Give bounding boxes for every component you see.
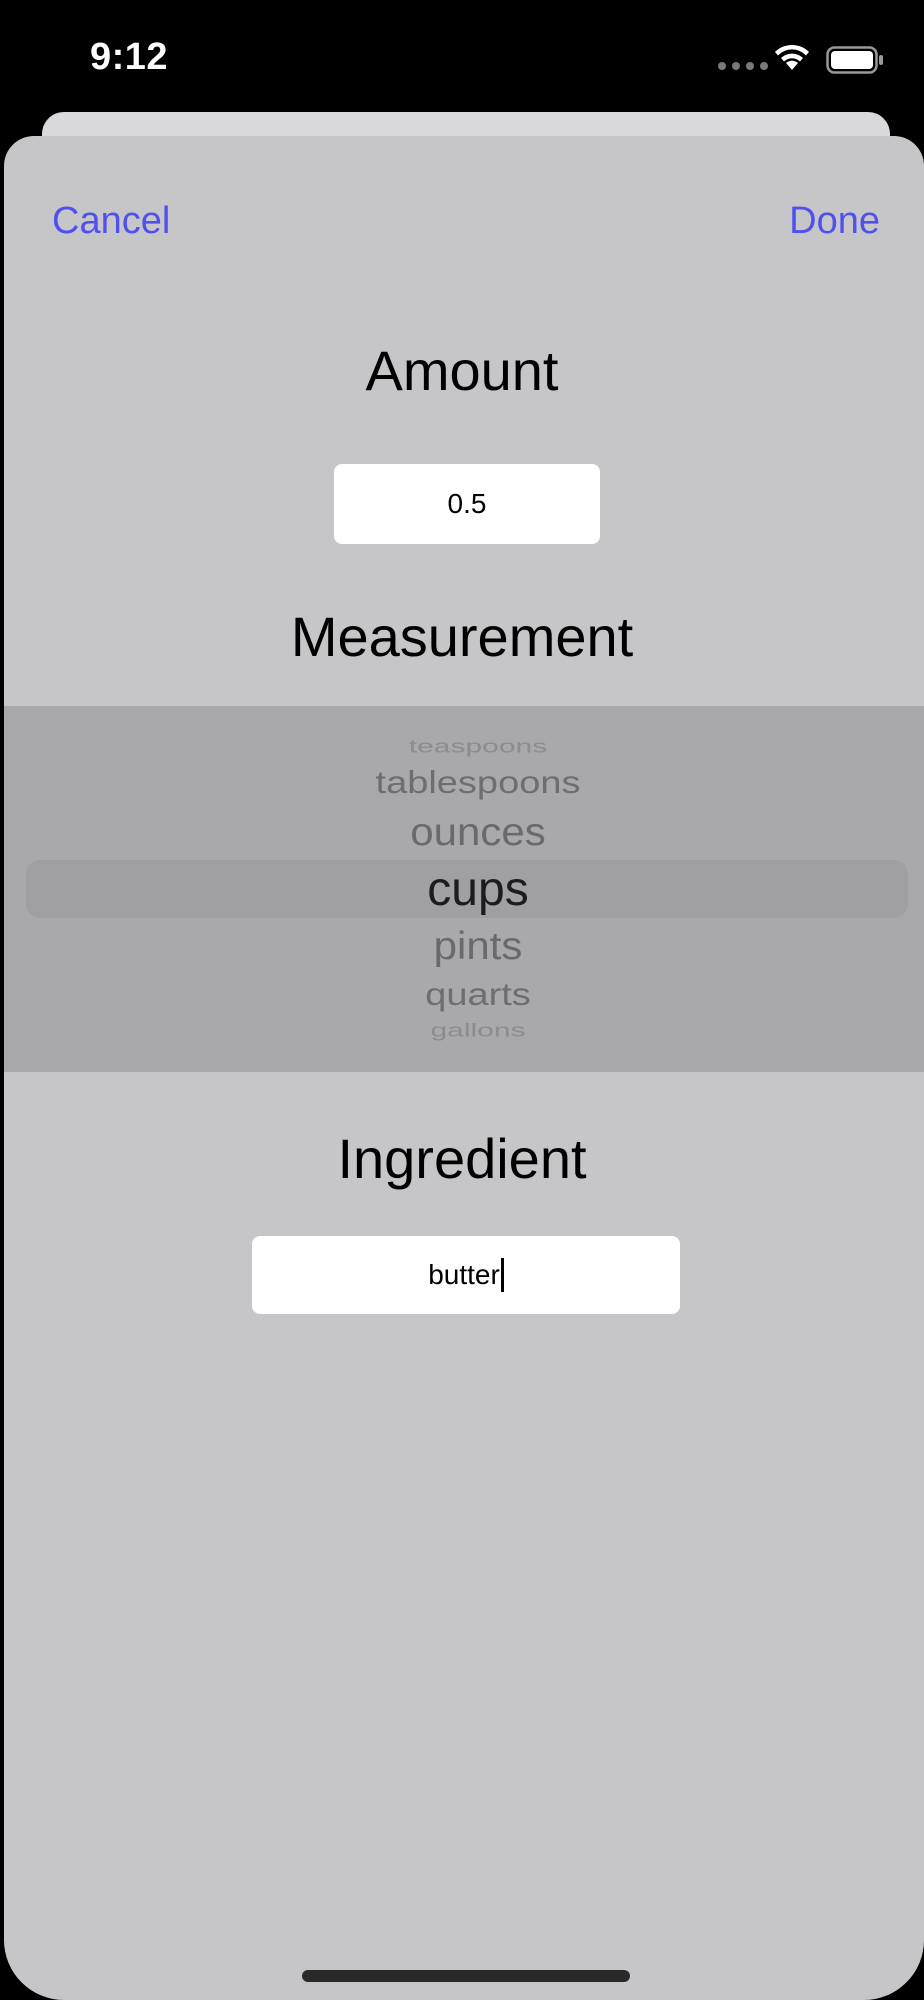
- status-bar: 9:12: [0, 0, 924, 120]
- measurement-picker[interactable]: teaspoons tablespoons ounces cups pints …: [4, 706, 924, 1072]
- picker-item-pints[interactable]: pints: [4, 924, 924, 968]
- status-time: 9:12: [90, 36, 169, 78]
- picker-item-tablespoons[interactable]: tablespoons: [4, 766, 924, 801]
- picker-item-ounces[interactable]: ounces: [4, 810, 924, 854]
- amount-value: 0.5: [447, 488, 487, 519]
- ingredient-value: butter: [428, 1259, 500, 1290]
- wifi-icon: [775, 44, 809, 70]
- measurement-title: Measurement: [290, 605, 634, 668]
- picker-item-gallons[interactable]: gallons: [4, 1020, 924, 1041]
- ingredient-title: Ingredient: [337, 1127, 587, 1190]
- amount-field[interactable]: 0.5: [334, 464, 600, 544]
- cellular-signal-icon: [718, 62, 768, 70]
- done-button[interactable]: Done: [789, 200, 880, 243]
- amount-title: Amount: [365, 339, 559, 402]
- home-indicator[interactable]: [302, 1970, 630, 1982]
- ingredient-field[interactable]: butter: [252, 1236, 680, 1314]
- cancel-button[interactable]: Cancel: [52, 200, 170, 243]
- battery-icon: [826, 46, 883, 74]
- picker-item-cups-selected[interactable]: cups: [4, 862, 924, 917]
- picker-item-teaspoons[interactable]: teaspoons: [4, 736, 924, 757]
- picker-item-quarts[interactable]: quarts: [4, 978, 924, 1013]
- text-cursor: [500, 1258, 504, 1292]
